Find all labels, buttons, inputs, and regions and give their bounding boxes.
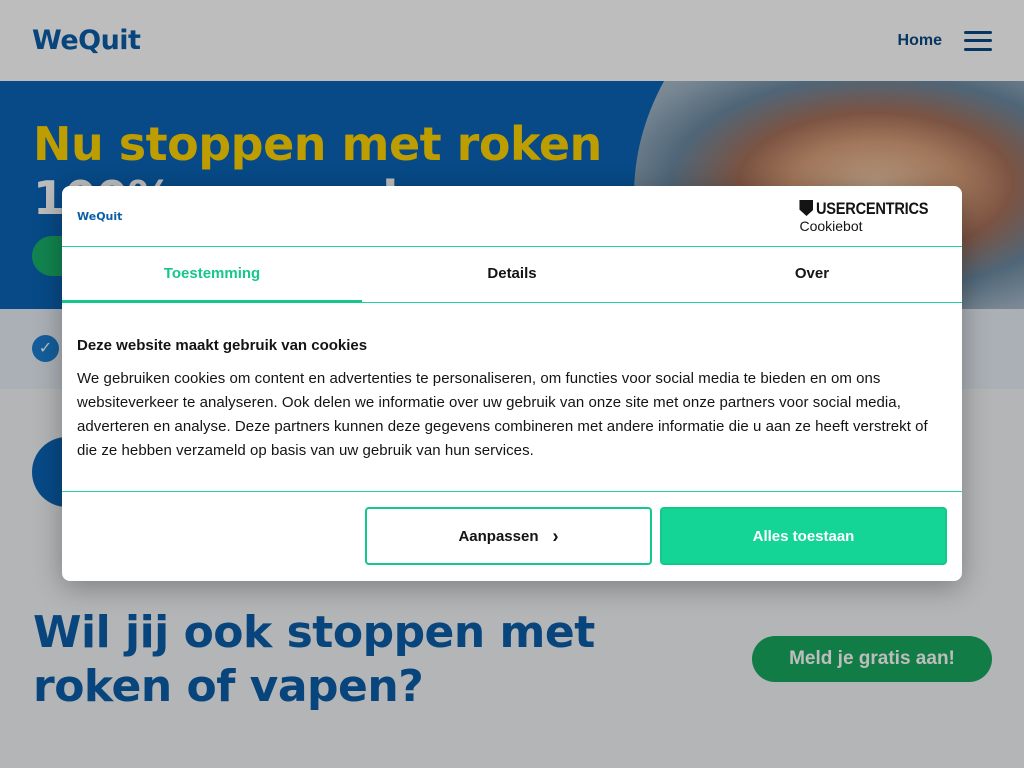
cookie-consent-dialog: WeQuit USERCENTRICS Cookiebot Toestemmin… xyxy=(62,186,962,581)
tab-toestemming[interactable]: Toestemming xyxy=(62,247,362,303)
brand-name: USERCENTRICS xyxy=(816,198,929,218)
cookie-heading: Deze website maakt gebruik van cookies xyxy=(77,337,368,354)
brand-sub: Cookiebot xyxy=(799,217,863,234)
dialog-body: Deze website maakt gebruik van cookies W… xyxy=(62,303,962,492)
tab-over[interactable]: Over xyxy=(662,247,962,302)
cookie-description: We gebruiken cookies om content en adver… xyxy=(77,370,928,459)
cookiebot-brand[interactable]: USERCENTRICS Cookiebot xyxy=(799,200,947,233)
customize-button[interactable]: Aanpassen › xyxy=(365,507,652,565)
dialog-tabs: Toestemming Details Over xyxy=(62,247,962,303)
dialog-header: WeQuit USERCENTRICS Cookiebot xyxy=(62,186,962,247)
tab-details[interactable]: Details xyxy=(362,247,662,302)
allow-all-button[interactable]: Alles toestaan xyxy=(660,507,947,565)
dialog-footer: Aanpassen › Alles toestaan xyxy=(62,492,962,565)
chevron-right-icon: › xyxy=(552,525,559,547)
dialog-site-logo: WeQuit xyxy=(77,209,123,223)
shield-icon xyxy=(799,200,814,216)
customize-label: Aanpassen xyxy=(458,527,539,545)
